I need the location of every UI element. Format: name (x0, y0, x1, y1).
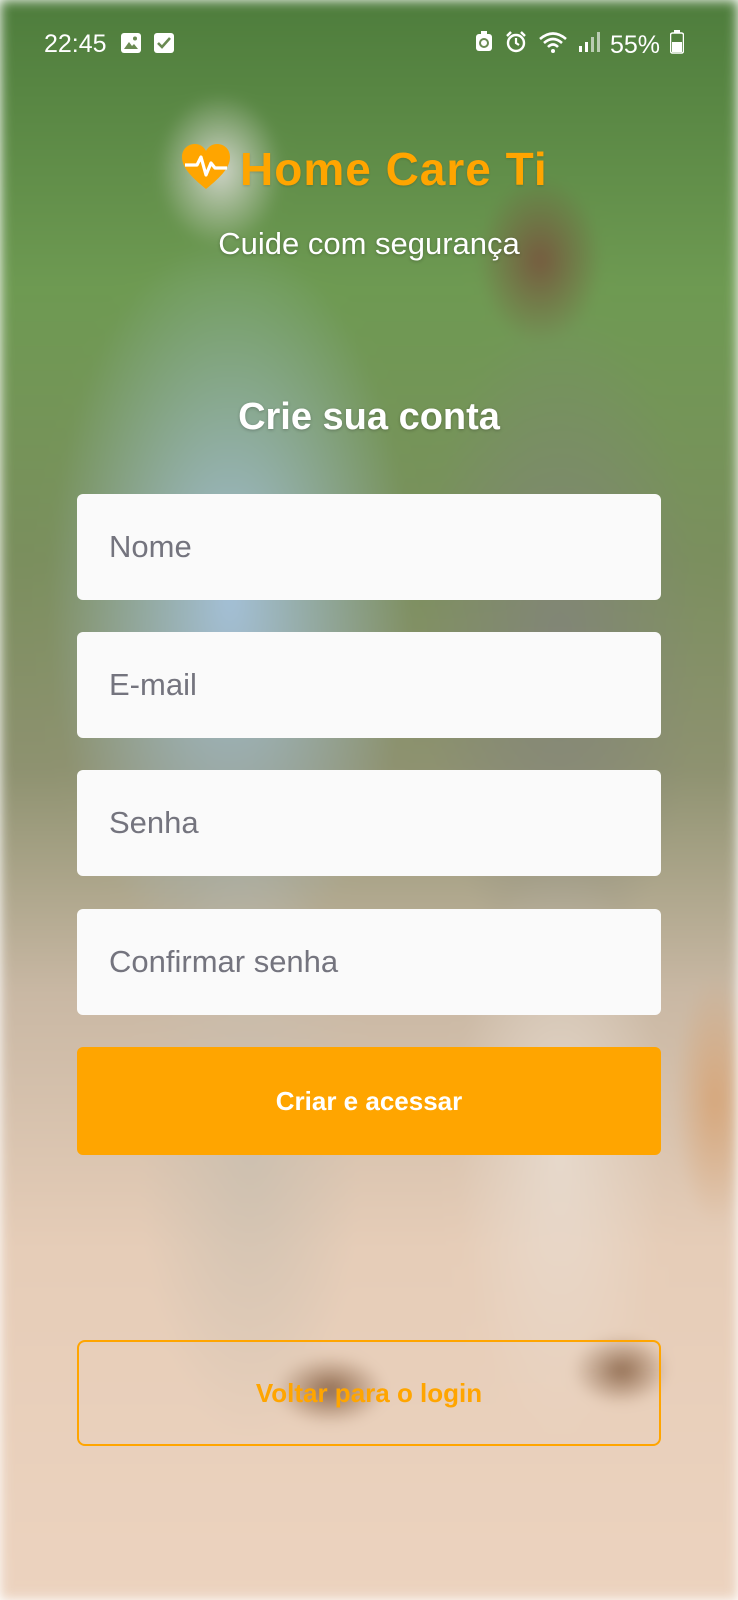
email-field[interactable] (77, 632, 661, 738)
alarm-icon (504, 30, 528, 61)
battery-icon (669, 30, 685, 61)
status-bar: 22:45 55% (0, 0, 738, 88)
create-account-button[interactable]: Criar e acessar (77, 1047, 661, 1155)
recycle-icon (474, 31, 494, 60)
confirm-password-field[interactable] (77, 909, 661, 1015)
gallery-icon (120, 32, 142, 54)
status-time: 22:45 (44, 30, 107, 58)
back-to-login-button[interactable]: Voltar para o login (77, 1340, 661, 1446)
app-logo: Home Care Ti (180, 142, 548, 196)
checkbox-icon (153, 32, 175, 54)
password-field[interactable] (77, 770, 661, 876)
name-field[interactable] (77, 494, 661, 600)
battery-level: 55% (609, 31, 660, 59)
app-name: Home Care Ti (240, 143, 548, 195)
app-tagline: Cuide com segurança (218, 226, 520, 261)
signal-icon (578, 31, 600, 60)
page-title: Crie sua conta (238, 396, 500, 438)
heart-pulse-icon (180, 143, 232, 196)
wifi-icon (538, 30, 568, 61)
